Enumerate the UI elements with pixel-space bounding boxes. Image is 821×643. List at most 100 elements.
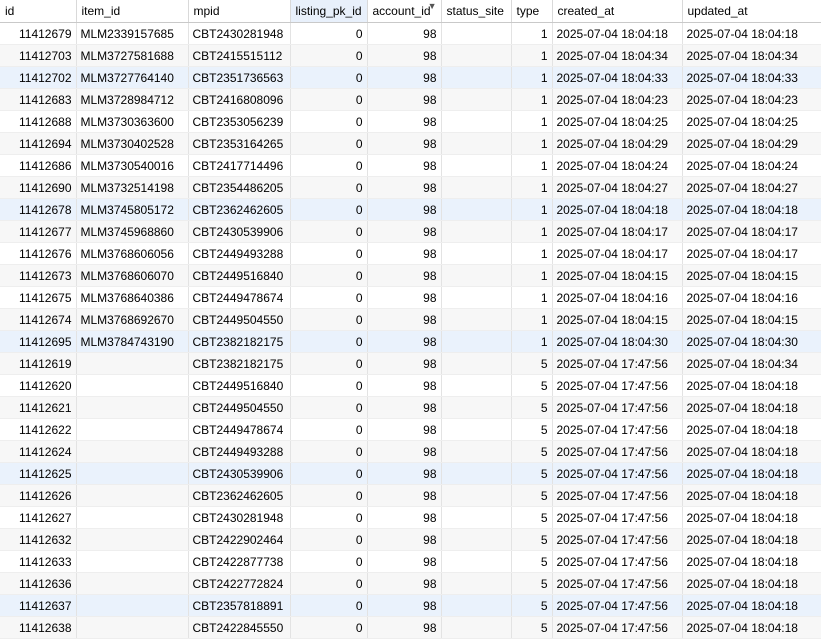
cell-status-site[interactable]	[441, 242, 512, 265]
cell-status-site[interactable]	[441, 506, 512, 529]
cell-type[interactable]: 1	[511, 66, 553, 89]
cell-type[interactable]: 1	[511, 176, 553, 199]
cell-account-id[interactable]: 98	[367, 528, 442, 551]
cell-type[interactable]: 1	[511, 242, 553, 265]
cell-created-at[interactable]: 2025-07-04 17:47:56	[552, 550, 683, 573]
cell-id[interactable]: 11412619	[0, 352, 77, 375]
cell-status-site[interactable]	[441, 484, 512, 507]
cell-listing-pk-id[interactable]: 0	[290, 440, 368, 463]
cell-created-at[interactable]: 2025-07-04 18:04:23	[552, 88, 683, 111]
cell-type[interactable]: 1	[511, 88, 553, 111]
table-row[interactable]: 11412620 CBT2449516840 0 98 5 2025-07-04 17:4…	[0, 374, 821, 397]
cell-account-id[interactable]: 98	[367, 462, 442, 485]
column-header-mpid[interactable]: mpid	[188, 0, 291, 23]
cell-listing-pk-id[interactable]: 0	[290, 198, 368, 221]
column-header-status-site[interactable]: status_site	[441, 0, 512, 23]
cell-created-at[interactable]: 2025-07-04 18:04:27	[552, 176, 683, 199]
cell-listing-pk-id[interactable]: 0	[290, 506, 368, 529]
cell-listing-pk-id[interactable]: 0	[290, 264, 368, 287]
cell-status-site[interactable]	[441, 66, 512, 89]
cell-id[interactable]: 11412677	[0, 220, 77, 243]
cell-id[interactable]: 11412622	[0, 418, 77, 441]
cell-type[interactable]: 5	[511, 528, 553, 551]
cell-id[interactable]: 11412678	[0, 198, 77, 221]
cell-mpid[interactable]: CBT2362462605	[188, 484, 291, 507]
cell-item-id[interactable]: MLM3728984712	[76, 88, 189, 111]
table-row[interactable]: 11412678 MLM3745805172 CBT2362462605 0 98 1 20…	[0, 198, 821, 221]
cell-account-id[interactable]: 98	[367, 242, 442, 265]
cell-item-id[interactable]: MLM3730363600	[76, 110, 189, 133]
cell-id[interactable]: 11412695	[0, 330, 77, 353]
cell-account-id[interactable]: 98	[367, 110, 442, 133]
cell-account-id[interactable]: 98	[367, 286, 442, 309]
cell-account-id[interactable]: 98	[367, 88, 442, 111]
cell-id[interactable]: 11412690	[0, 176, 77, 199]
cell-mpid[interactable]: CBT2430281948	[188, 506, 291, 529]
table-row[interactable]: 11412627 CBT2430281948 0 98 5 2025-07-04 17:4…	[0, 506, 821, 529]
cell-type[interactable]: 5	[511, 484, 553, 507]
cell-account-id[interactable]: 98	[367, 308, 442, 331]
cell-mpid[interactable]: CBT2415515112	[188, 44, 291, 67]
cell-created-at[interactable]: 2025-07-04 17:47:56	[552, 506, 683, 529]
cell-item-id[interactable]: MLM3784743190	[76, 330, 189, 353]
column-header-account-id[interactable]: account_id ▼	[367, 0, 442, 23]
cell-status-site[interactable]	[441, 198, 512, 221]
cell-listing-pk-id[interactable]: 0	[290, 44, 368, 67]
cell-account-id[interactable]: 98	[367, 66, 442, 89]
cell-created-at[interactable]: 2025-07-04 18:04:33	[552, 66, 683, 89]
cell-type[interactable]: 5	[511, 594, 553, 617]
table-row[interactable]: 11412688 MLM3730363600 CBT2353056239 0 98 1 20…	[0, 110, 821, 133]
cell-listing-pk-id[interactable]: 0	[290, 286, 368, 309]
table-row[interactable]: 11412622 CBT2449478674 0 98 5 2025-07-04 17:4…	[0, 418, 821, 441]
cell-updated-at[interactable]: 2025-07-04 18:04:33	[682, 66, 821, 89]
cell-created-at[interactable]: 2025-07-04 17:47:56	[552, 572, 683, 595]
cell-account-id[interactable]: 98	[367, 264, 442, 287]
cell-listing-pk-id[interactable]: 0	[290, 110, 368, 133]
table-row[interactable]: 11412686 MLM3730540016 CBT2417714496 0 98 1 20…	[0, 154, 821, 177]
column-header-item-id[interactable]: item_id	[76, 0, 189, 23]
cell-listing-pk-id[interactable]: 0	[290, 330, 368, 353]
cell-mpid[interactable]: CBT2417714496	[188, 154, 291, 177]
cell-id[interactable]: 11412676	[0, 242, 77, 265]
cell-type[interactable]: 5	[511, 374, 553, 397]
cell-item-id[interactable]	[76, 462, 189, 485]
cell-mpid[interactable]: CBT2449478674	[188, 286, 291, 309]
cell-item-id[interactable]: MLM3732514198	[76, 176, 189, 199]
cell-type[interactable]: 5	[511, 440, 553, 463]
cell-id[interactable]: 11412679	[0, 22, 77, 45]
cell-id[interactable]: 11412633	[0, 550, 77, 573]
cell-id[interactable]: 11412683	[0, 88, 77, 111]
cell-id[interactable]: 11412674	[0, 308, 77, 331]
cell-status-site[interactable]	[441, 374, 512, 397]
column-header-created-at[interactable]: created_at	[552, 0, 683, 23]
table-row[interactable]: 11412633 CBT2422877738 0 98 5 2025-07-04 17:4…	[0, 550, 821, 573]
cell-item-id[interactable]	[76, 594, 189, 617]
cell-created-at[interactable]: 2025-07-04 17:47:56	[552, 352, 683, 375]
cell-created-at[interactable]: 2025-07-04 17:47:56	[552, 396, 683, 419]
cell-updated-at[interactable]: 2025-07-04 18:04:18	[682, 594, 821, 617]
cell-created-at[interactable]: 2025-07-04 18:04:29	[552, 132, 683, 155]
cell-mpid[interactable]: CBT2449493288	[188, 440, 291, 463]
cell-created-at[interactable]: 2025-07-04 18:04:15	[552, 308, 683, 331]
cell-account-id[interactable]: 98	[367, 44, 442, 67]
cell-item-id[interactable]: MLM3768692670	[76, 308, 189, 331]
cell-listing-pk-id[interactable]: 0	[290, 594, 368, 617]
cell-updated-at[interactable]: 2025-07-04 18:04:15	[682, 264, 821, 287]
cell-account-id[interactable]: 98	[367, 352, 442, 375]
cell-created-at[interactable]: 2025-07-04 17:47:56	[552, 528, 683, 551]
cell-listing-pk-id[interactable]: 0	[290, 154, 368, 177]
cell-item-id[interactable]: MLM3768606070	[76, 264, 189, 287]
cell-id[interactable]: 11412703	[0, 44, 77, 67]
cell-created-at[interactable]: 2025-07-04 18:04:16	[552, 286, 683, 309]
cell-type[interactable]: 5	[511, 418, 553, 441]
cell-item-id[interactable]	[76, 572, 189, 595]
cell-type[interactable]: 1	[511, 198, 553, 221]
cell-updated-at[interactable]: 2025-07-04 18:04:18	[682, 506, 821, 529]
cell-listing-pk-id[interactable]: 0	[290, 352, 368, 375]
cell-mpid[interactable]: CBT2430539906	[188, 220, 291, 243]
cell-account-id[interactable]: 98	[367, 594, 442, 617]
cell-type[interactable]: 5	[511, 462, 553, 485]
cell-mpid[interactable]: CBT2351736563	[188, 66, 291, 89]
cell-item-id[interactable]: MLM3727581688	[76, 44, 189, 67]
cell-id[interactable]: 11412675	[0, 286, 77, 309]
